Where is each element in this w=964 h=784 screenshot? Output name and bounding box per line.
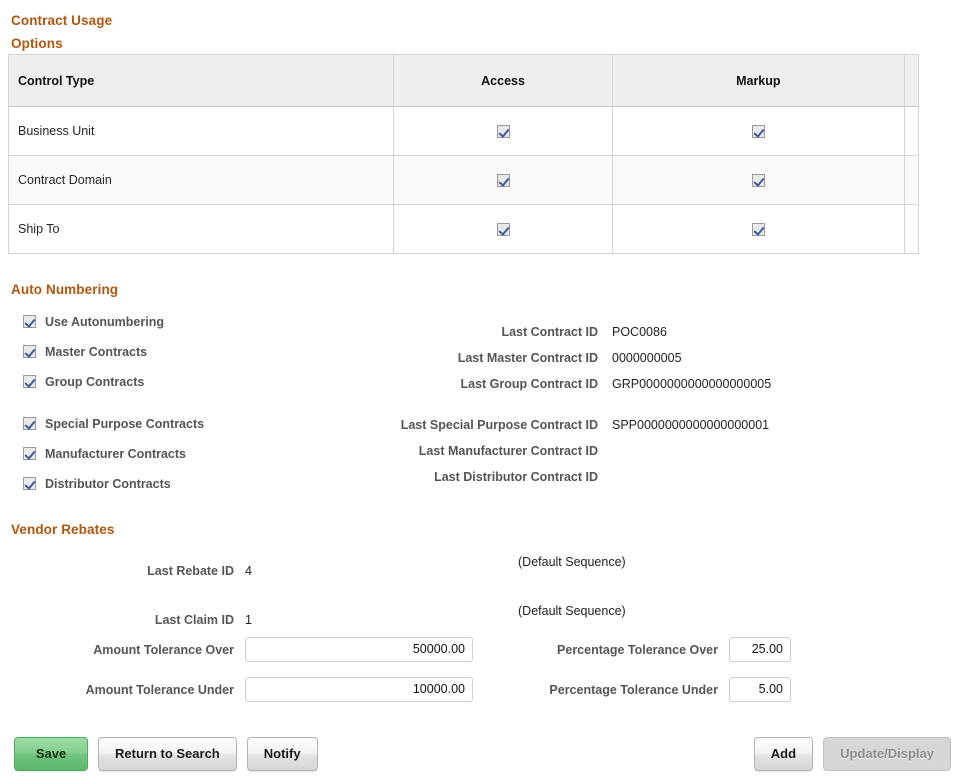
last-special-purpose-contract-id-label: Last Special Purpose Contract ID (330, 412, 612, 438)
access-checkbox[interactable] (497, 174, 510, 187)
table-row: Contract Domain (9, 156, 919, 205)
cell-spacer (904, 205, 918, 254)
default-sequence-text-2: (Default Sequence) (518, 604, 626, 618)
default-sequence-note-2: (Default Sequence) (518, 598, 626, 624)
checkbox-row-special-purpose-contracts[interactable]: Special Purpose Contracts (23, 408, 323, 438)
table-row: Business Unit (9, 107, 919, 156)
amount-tolerance-over-label: Amount Tolerance Over (10, 637, 245, 663)
cell-control-type: Business Unit (9, 107, 394, 156)
button-bar-left: Save Return to Search Notify (14, 737, 318, 771)
last-manufacturer-contract-id-label: Last Manufacturer Contract ID (330, 438, 612, 464)
last-group-contract-id-value: GRP0000000000000000005 (612, 371, 771, 397)
group-contracts-label: Group Contracts (45, 375, 144, 389)
row-amount-tolerance-over: Amount Tolerance Over (10, 636, 473, 662)
vendor-rebates-heading: Vendor Rebates (11, 518, 114, 541)
row-last-rebate-id: Last Rebate ID4 (10, 557, 252, 583)
cell-control-type: Contract Domain (9, 156, 394, 205)
use-autonumbering-label: Use Autonumbering (45, 315, 164, 329)
page-title-line2: Options (11, 32, 231, 55)
default-sequence-note-1: (Default Sequence) (518, 549, 626, 575)
manufacturer-contracts-checkbox[interactable] (23, 447, 36, 460)
default-sequence-text-1: (Default Sequence) (518, 555, 626, 569)
add-button[interactable]: Add (754, 737, 813, 771)
special-purpose-contracts-label: Special Purpose Contracts (45, 417, 204, 431)
save-button[interactable]: Save (14, 737, 88, 771)
master-contracts-checkbox[interactable] (23, 345, 36, 358)
group-contracts-checkbox[interactable] (23, 375, 36, 388)
distributor-contracts-label: Distributor Contracts (45, 477, 171, 491)
page-title: Contract Usage Options (11, 9, 231, 55)
percentage-tolerance-over-input[interactable] (729, 637, 791, 662)
last-rebate-id-label: Last Rebate ID (10, 558, 245, 584)
auto-numbering-checkbox-list: Use Autonumbering Master Contracts Group… (23, 306, 323, 498)
grid-header-row: Control Type Access Markup (9, 55, 919, 107)
distributor-contracts-checkbox[interactable] (23, 477, 36, 490)
cell-control-type: Ship To (9, 205, 394, 254)
manufacturer-contracts-label: Manufacturer Contracts (45, 447, 186, 461)
update-display-button: Update/Display (823, 737, 951, 771)
use-autonumbering-checkbox[interactable] (23, 315, 36, 328)
control-usage-grid: Control Type Access Markup Business Unit… (8, 54, 919, 254)
last-claim-id-label: Last Claim ID (10, 607, 245, 633)
percentage-tolerance-over-label: Percentage Tolerance Over (440, 637, 729, 663)
readout-last-special-purpose-contract-id: Last Special Purpose Contract IDSPP00000… (330, 411, 890, 437)
master-contracts-label: Master Contracts (45, 345, 147, 359)
markup-checkbox[interactable] (752, 125, 765, 138)
amount-tolerance-under-input[interactable] (245, 677, 473, 702)
last-contract-id-value: POC0086 (612, 319, 667, 345)
cell-spacer (904, 156, 918, 205)
grid-header: Control Type Access Markup (9, 55, 919, 107)
row-percentage-tolerance-under: Percentage Tolerance Under (440, 676, 791, 702)
notify-button[interactable]: Notify (247, 737, 318, 771)
amount-tolerance-under-label: Amount Tolerance Under (10, 677, 245, 703)
last-contract-id-label: Last Contract ID (330, 319, 612, 345)
last-master-contract-id-value: 0000000005 (612, 345, 682, 371)
page-title-line1: Contract Usage (11, 9, 231, 32)
cell-markup (612, 205, 904, 254)
table-row: Ship To (9, 205, 919, 254)
row-percentage-tolerance-over: Percentage Tolerance Over (440, 636, 791, 662)
column-header-markup: Markup (612, 55, 904, 107)
checkbox-row-master-contracts[interactable]: Master Contracts (23, 336, 323, 366)
last-claim-id-value: 1 (245, 613, 252, 627)
readout-last-distributor-contract-id: Last Distributor Contract ID (330, 463, 890, 489)
cell-markup (612, 107, 904, 156)
grid-body: Business Unit Contract Domain Ship To (9, 107, 919, 254)
last-master-contract-id-label: Last Master Contract ID (330, 345, 612, 371)
last-distributor-contract-id-label: Last Distributor Contract ID (330, 464, 612, 490)
checkbox-row-manufacturer-contracts[interactable]: Manufacturer Contracts (23, 438, 323, 468)
access-checkbox[interactable] (497, 223, 510, 236)
button-bar-right: Add Update/Display (754, 737, 951, 771)
checkbox-row-group-contracts[interactable]: Group Contracts (23, 366, 323, 396)
readout-last-contract-id: Last Contract IDPOC0086 (330, 318, 890, 344)
markup-checkbox[interactable] (752, 223, 765, 236)
cell-spacer (904, 107, 918, 156)
last-special-purpose-contract-id-value: SPP0000000000000000001 (612, 412, 769, 438)
last-group-contract-id-label: Last Group Contract ID (330, 371, 612, 397)
last-rebate-id-value: 4 (245, 564, 252, 578)
cell-access (394, 107, 612, 156)
cell-markup (612, 156, 904, 205)
percentage-tolerance-under-label: Percentage Tolerance Under (440, 677, 729, 703)
checkbox-row-use-autonumbering[interactable]: Use Autonumbering (23, 306, 323, 336)
amount-tolerance-over-input[interactable] (245, 637, 473, 662)
checkbox-row-distributor-contracts[interactable]: Distributor Contracts (23, 468, 323, 498)
column-header-access: Access (394, 55, 612, 107)
access-checkbox[interactable] (497, 125, 510, 138)
readout-last-group-contract-id: Last Group Contract IDGRP000000000000000… (330, 370, 890, 396)
auto-numbering-heading: Auto Numbering (11, 278, 118, 301)
return-to-search-button[interactable]: Return to Search (98, 737, 237, 771)
last-id-readouts: Last Contract IDPOC0086 Last Master Cont… (330, 318, 890, 489)
column-header-control-type: Control Type (9, 55, 394, 107)
row-last-claim-id: Last Claim ID1 (10, 606, 252, 632)
markup-checkbox[interactable] (752, 174, 765, 187)
cell-access (394, 156, 612, 205)
row-amount-tolerance-under: Amount Tolerance Under (10, 676, 473, 702)
cell-access (394, 205, 612, 254)
readout-last-master-contract-id: Last Master Contract ID0000000005 (330, 344, 890, 370)
percentage-tolerance-under-input[interactable] (729, 677, 791, 702)
readout-last-manufacturer-contract-id: Last Manufacturer Contract ID (330, 437, 890, 463)
column-header-spacer (904, 55, 918, 107)
special-purpose-contracts-checkbox[interactable] (23, 417, 36, 430)
